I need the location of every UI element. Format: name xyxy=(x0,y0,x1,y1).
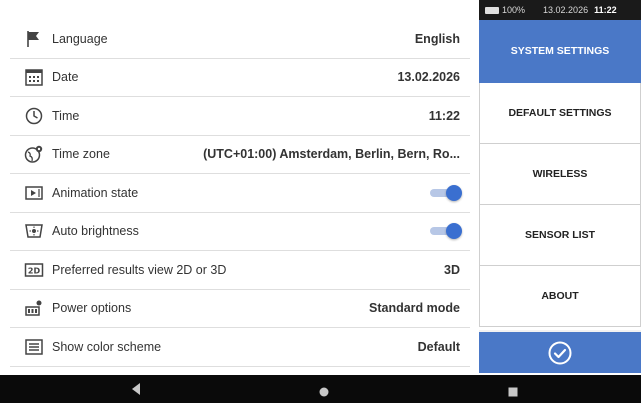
setting-label: Auto brightness xyxy=(52,224,139,239)
2d-icon: 2D xyxy=(24,260,44,280)
setting-label: Show color scheme xyxy=(52,339,162,354)
auto-brightness-toggle[interactable] xyxy=(430,223,462,240)
menu-wireless[interactable]: WIRELESS xyxy=(479,144,641,205)
setting-row-time-zone[interactable]: Time zone (UTC+01:00) Amsterdam, Berlin,… xyxy=(10,136,470,174)
setting-label: Preferred results view 2D or 3D xyxy=(52,262,227,277)
animation-state-toggle[interactable] xyxy=(430,184,462,201)
setting-row-language[interactable]: Language English xyxy=(10,20,470,59)
battery-icon xyxy=(485,6,499,14)
color-scheme-icon xyxy=(24,337,44,357)
setting-value: 3D xyxy=(444,262,460,277)
menu-sensor-list[interactable]: SENSOR LIST xyxy=(479,205,641,266)
setting-row-color-scheme[interactable]: Show color scheme Default xyxy=(10,328,470,367)
animation-icon xyxy=(24,183,44,203)
setting-value: 11:22 xyxy=(428,108,460,123)
setting-row-time[interactable]: Time 11:22 xyxy=(10,97,470,136)
setting-value: English xyxy=(414,31,460,46)
side-menu: SYSTEM SETTINGS DEFAULT SETTINGS WIRELES… xyxy=(479,20,641,375)
battery-percent: 100% xyxy=(502,5,526,15)
setting-value: (UTC+01:00) Amsterdam, Berlin, Bern, Ro.… xyxy=(203,147,460,162)
setting-label: Time xyxy=(52,108,80,123)
globe-icon xyxy=(24,144,44,164)
confirm-button[interactable] xyxy=(479,330,641,373)
home-circle-icon[interactable] xyxy=(319,384,329,402)
setting-label: Time zone xyxy=(52,147,110,162)
setting-row-power-options[interactable]: Power options Standard mode xyxy=(10,290,470,328)
toggle-thumb xyxy=(446,184,462,201)
setting-label: Power options xyxy=(52,301,132,316)
toggle-thumb xyxy=(446,223,462,240)
settings-list: Language English Date 13.02.2026 Time 11… xyxy=(10,20,470,367)
menu-system-settings[interactable]: SYSTEM SETTINGS xyxy=(479,20,641,83)
svg-text:2D: 2D xyxy=(28,266,41,275)
status-time: 11:22 xyxy=(594,5,617,15)
setting-value: Standard mode xyxy=(369,301,460,316)
setting-label: Date xyxy=(52,70,79,85)
setting-value: 13.02.2026 xyxy=(397,70,460,85)
setting-row-results-view[interactable]: 2D Preferred results view 2D or 3D 3D xyxy=(10,251,470,290)
setting-row-auto-brightness[interactable]: Auto brightness xyxy=(10,213,470,251)
clock-icon xyxy=(24,106,44,126)
status-bar: 100% 13.02.2026 11:22 xyxy=(479,0,641,20)
menu-default-settings[interactable]: DEFAULT SETTINGS xyxy=(479,83,641,144)
setting-row-date[interactable]: Date 13.02.2026 xyxy=(10,59,470,97)
flag-icon xyxy=(24,29,44,49)
navigation-bar xyxy=(0,375,641,403)
setting-value: Default xyxy=(417,339,460,354)
recents-square-icon[interactable] xyxy=(508,384,518,402)
status-date: 13.02.2026 xyxy=(543,5,589,15)
menu-about[interactable]: ABOUT xyxy=(479,266,641,327)
power-options-icon xyxy=(24,298,44,318)
calendar-icon xyxy=(24,67,44,87)
back-triangle-icon[interactable] xyxy=(130,382,142,401)
setting-label: Animation state xyxy=(52,185,139,200)
setting-row-animation-state[interactable]: Animation state xyxy=(10,174,470,213)
check-circle-icon xyxy=(548,341,572,364)
brightness-icon xyxy=(24,221,44,241)
setting-label: Language xyxy=(52,31,108,46)
